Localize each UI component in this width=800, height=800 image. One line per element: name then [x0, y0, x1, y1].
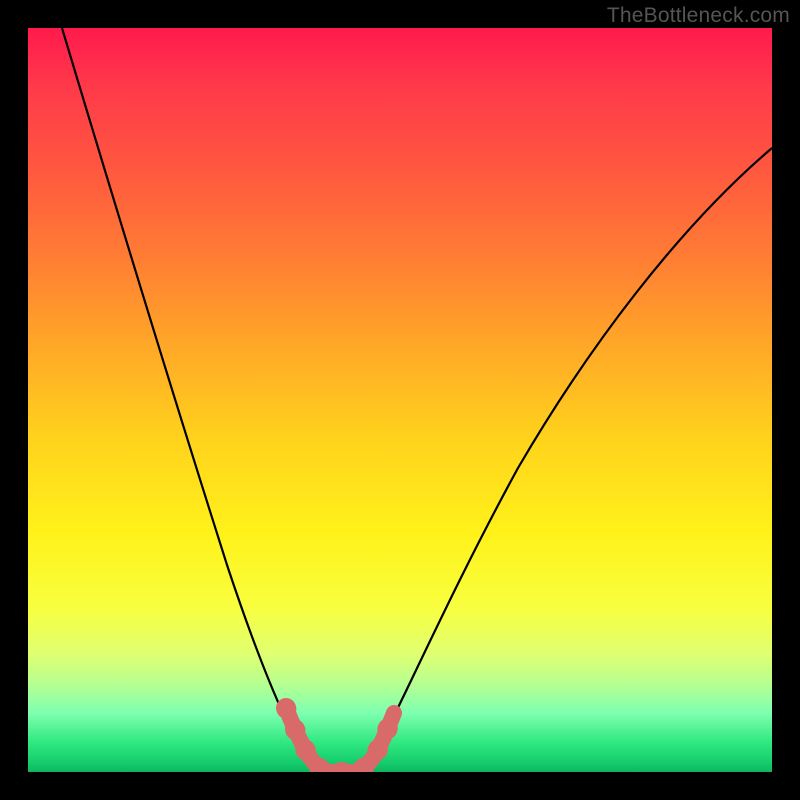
chart-plot-area	[28, 28, 772, 772]
bottleneck-curve	[62, 28, 772, 772]
chart-curves	[28, 28, 772, 772]
chart-frame: TheBottleneck.com	[0, 0, 800, 800]
watermark-text: TheBottleneck.com	[607, 4, 790, 28]
